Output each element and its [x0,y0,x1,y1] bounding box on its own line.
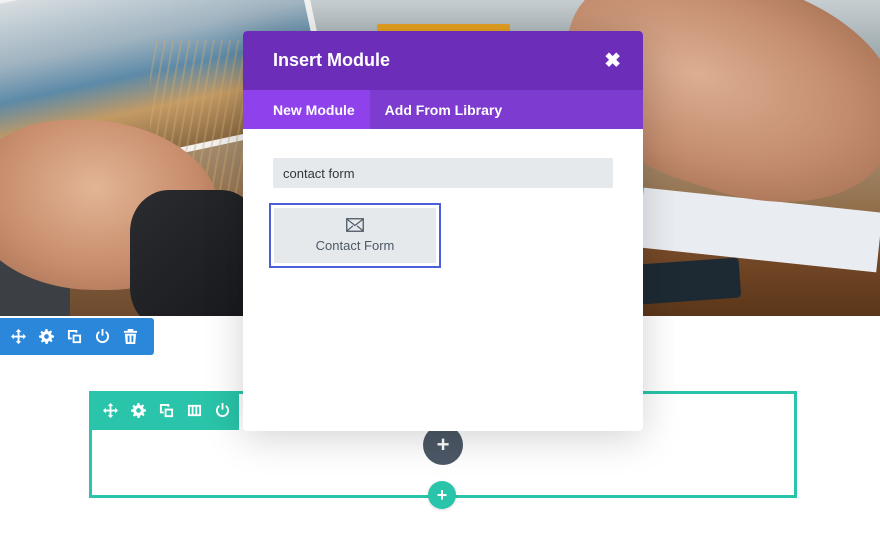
modal-title: Insert Module [273,50,391,70]
row-toolbar [89,391,239,430]
tab-add-from-library[interactable]: Add From Library [370,90,517,129]
duplicate-icon[interactable] [66,329,82,345]
save-icon[interactable] [214,403,230,419]
module-label: Contact Form [315,238,395,253]
modal-header: Insert Module ✖ [243,31,643,90]
save-icon[interactable] [94,329,110,345]
settings-icon[interactable] [130,403,146,419]
module-results: Contact Form [269,203,613,268]
move-icon[interactable] [102,403,118,419]
builder-canvas: + + Insert Module ✖ New Module Add From … [0,0,880,533]
modal-tabs: New Module Add From Library [243,90,643,129]
plus-icon: + [436,484,448,505]
duplicate-icon[interactable] [158,403,174,419]
plus-icon: + [436,432,450,457]
add-row-button[interactable]: + [428,481,456,509]
columns-icon[interactable] [186,403,202,419]
module-tile-contact-form[interactable]: Contact Form [269,203,441,268]
move-icon[interactable] [10,329,26,345]
tab-new-module[interactable]: New Module [243,90,370,129]
settings-icon[interactable] [38,329,54,345]
insert-module-modal: Insert Module ✖ New Module Add From Libr… [243,31,643,431]
delete-icon[interactable] [122,329,138,345]
close-icon[interactable]: ✖ [604,51,621,71]
modal-body: Contact Form [243,129,643,268]
section-toolbar [0,318,154,355]
module-search-input[interactable] [273,158,613,188]
envelope-icon [346,218,364,232]
add-module-button[interactable]: + [423,425,463,465]
